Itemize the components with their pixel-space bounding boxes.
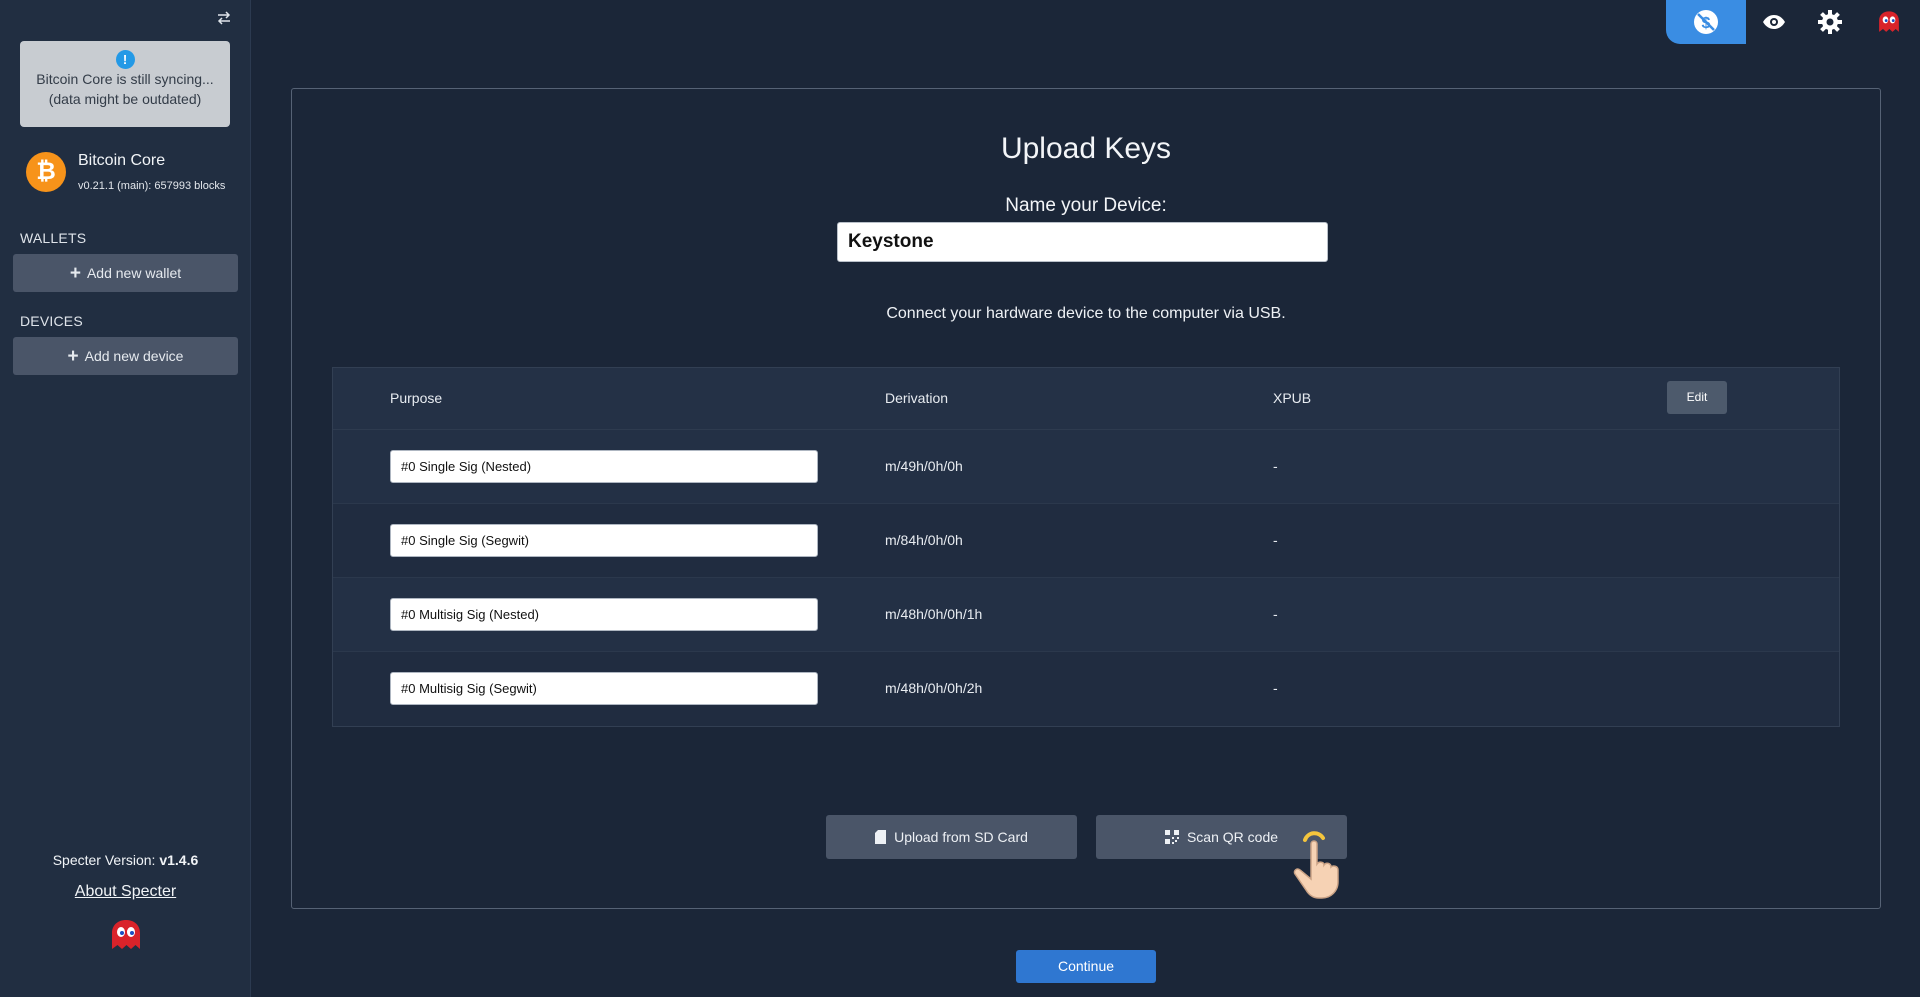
sync-notice-line1: Bitcoin Core is still syncing... — [36, 71, 214, 87]
purpose-input[interactable]: #0 Multisig Sig (Nested) — [390, 598, 818, 631]
version-label: Specter Version: — [52, 852, 156, 868]
xpub-value: - — [1273, 680, 1278, 696]
about-link[interactable]: About Specter — [0, 883, 251, 901]
derivation-value: m/48h/0h/0h/2h — [885, 680, 983, 696]
purpose-input[interactable]: #0 Single Sig (Nested) — [390, 450, 818, 483]
table-header: Purpose Derivation XPUB Edit — [333, 368, 1839, 430]
purpose-header: Purpose — [390, 390, 443, 406]
table-row: #0 Multisig Sig (Segwit) m/48h/0h/0h/2h … — [333, 652, 1839, 726]
swap-arrows-icon[interactable] — [214, 10, 234, 30]
upload-sd-card-label: Upload from SD Card — [894, 829, 1028, 845]
device-name-input[interactable]: Keystone — [837, 222, 1328, 262]
continue-button[interactable]: Continue — [1016, 950, 1156, 983]
xpub-value: - — [1273, 606, 1278, 622]
devices-title: DEVICES — [20, 313, 83, 329]
connect-instructions: Connect your hardware device to the comp… — [886, 305, 1286, 322]
node-status[interactable]: ₿ Bitcoin Core v0.21.1 (main): 657993 bl… — [26, 150, 236, 200]
price-hidden-icon: $ — [1694, 10, 1718, 34]
add-wallet-label: Add new wallet — [86, 265, 182, 281]
info-icon: ! — [115, 50, 135, 69]
table-row: #0 Single Sig (Segwit) m/84h/0h/0h - — [333, 504, 1839, 578]
purpose-input[interactable]: #0 Single Sig (Segwit) — [390, 524, 818, 557]
add-device-button[interactable]: + Add new device — [13, 337, 238, 375]
wallets-title: WALLETS — [20, 230, 87, 246]
privacy-toggle-button[interactable] — [1746, 0, 1802, 44]
device-name-label: Name your Device: — [1005, 195, 1167, 216]
plus-icon: + — [69, 263, 81, 284]
purpose-input[interactable]: #0 Multisig Sig (Segwit) — [390, 672, 818, 705]
user-button[interactable] — [1858, 0, 1920, 44]
derivation-value: m/48h/0h/0h/1h — [885, 606, 983, 622]
page-title: Upload Keys — [1000, 132, 1172, 165]
scan-qr-label: Scan QR code — [1186, 829, 1279, 845]
ghost-icon — [1879, 11, 1899, 32]
sync-notice: ! Bitcoin Core is still syncing... (data… — [20, 41, 230, 127]
eye-icon — [1763, 15, 1785, 29]
version-info: Specter Version: v1.4.6 — [0, 852, 251, 868]
node-info: v0.21.1 (main): 657993 blocks — [78, 180, 226, 192]
sync-notice-line2: (data might be outdated) — [48, 91, 202, 107]
derivation-value: m/84h/0h/0h — [885, 532, 963, 548]
upload-keys-card: Upload Keys Name your Device: Keystone C… — [291, 88, 1881, 909]
xpub-value: - — [1273, 532, 1278, 548]
qr-code-icon — [1164, 830, 1179, 844]
plus-icon: + — [67, 346, 79, 367]
node-name: Bitcoin Core — [78, 152, 166, 169]
scan-qr-button[interactable]: Scan QR code — [1096, 815, 1347, 859]
xpub-value: - — [1273, 458, 1278, 474]
table-row: #0 Single Sig (Nested) m/49h/0h/0h - — [333, 430, 1839, 504]
bitcoin-icon: ₿ — [26, 152, 66, 192]
hide-price-button[interactable]: $ — [1666, 0, 1746, 44]
add-device-label: Add new device — [84, 348, 184, 364]
upload-sd-card-button[interactable]: Upload from SD Card — [826, 815, 1077, 859]
derivation-header: Derivation — [885, 390, 949, 406]
xpub-header: XPUB — [1273, 390, 1312, 406]
sidebar: ! Bitcoin Core is still syncing... (data… — [0, 0, 251, 997]
ghost-icon — [109, 918, 143, 952]
add-wallet-button[interactable]: + Add new wallet — [13, 254, 238, 292]
edit-button[interactable]: Edit — [1667, 381, 1727, 414]
sd-card-icon — [875, 830, 887, 844]
table-row: #0 Multisig Sig (Nested) m/48h/0h/0h/1h … — [333, 578, 1839, 652]
settings-button[interactable] — [1802, 0, 1858, 44]
version-value: v1.4.6 — [159, 852, 199, 868]
derivation-value: m/49h/0h/0h — [885, 458, 963, 474]
keys-table: Purpose Derivation XPUB Edit #0 Single S… — [332, 367, 1840, 727]
top-toolbar: $ — [1666, 0, 1920, 44]
gear-icon — [1818, 10, 1842, 34]
